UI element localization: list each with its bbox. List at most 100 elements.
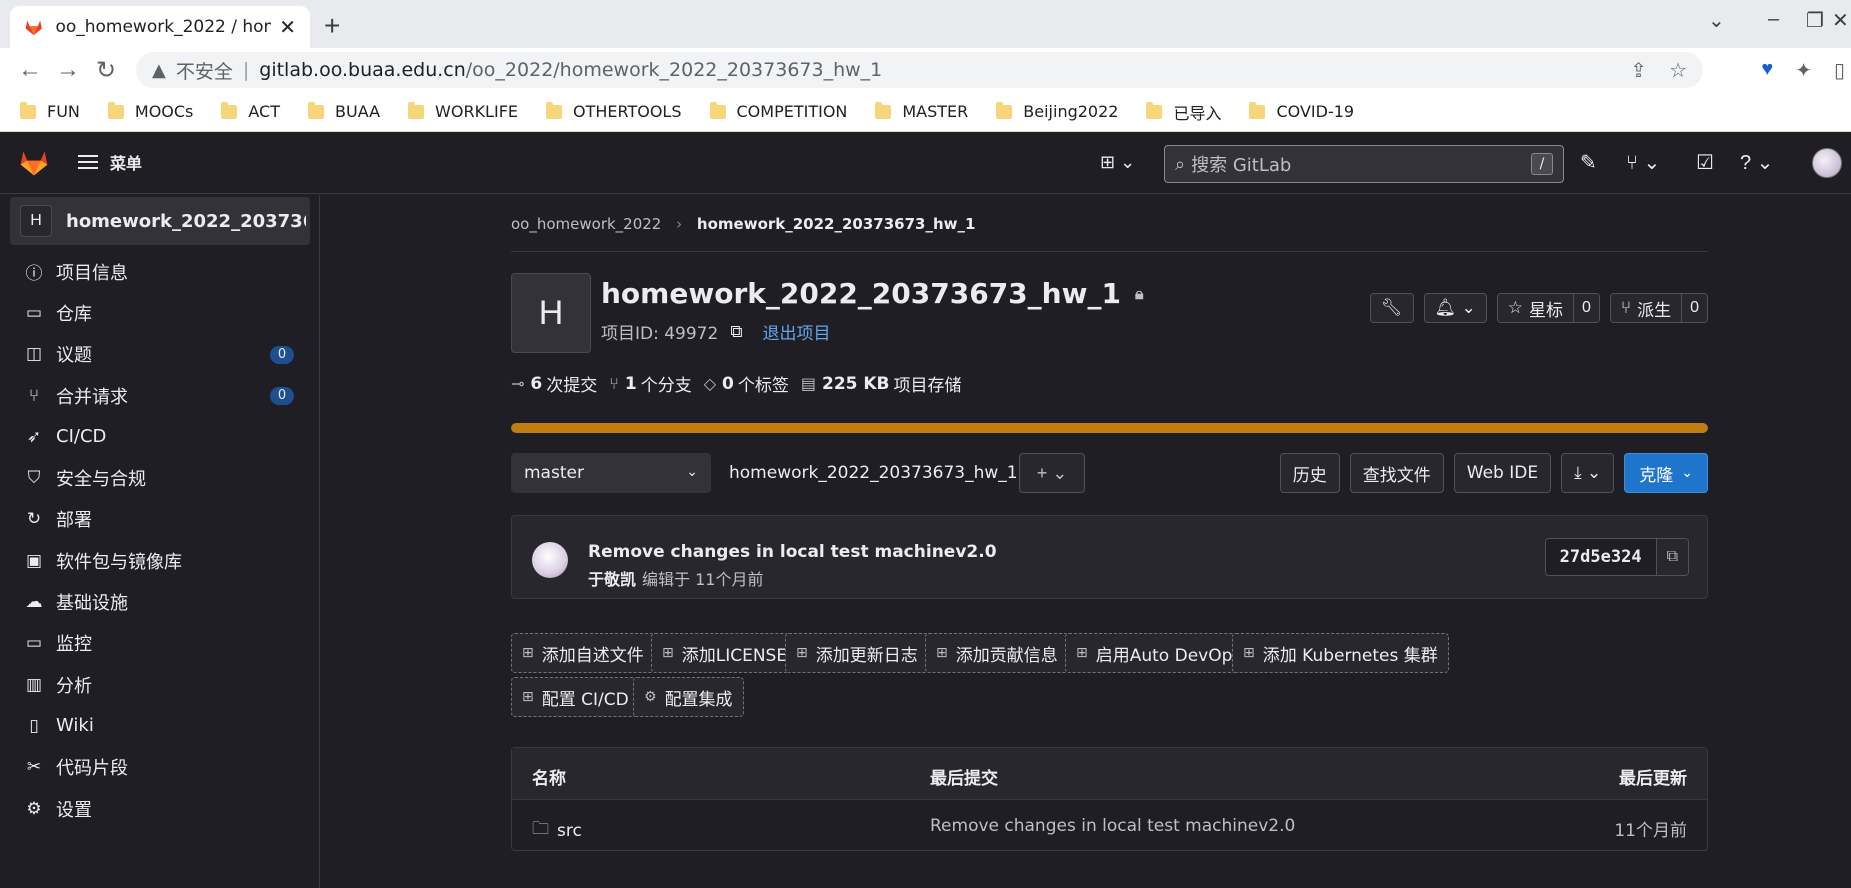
quick-action-button[interactable]: ⊞ 启用Auto DevOps (1065, 633, 1253, 673)
quick-action-button[interactable]: ⊞ 添加贡献信息 (925, 633, 1069, 673)
gitlab-top-nav: 菜单 ⊞ ⌄ ⌕ 搜索 GitLab / ✎ ⑂ ⌄ ☑ ? ⌄ (0, 132, 1851, 194)
reload-icon[interactable]: ↻ (96, 56, 116, 85)
sidebar-item-6[interactable]: ⛉ 安全与合规 (0, 457, 320, 498)
folder-icon (709, 101, 726, 119)
bookmark-folder[interactable]: 已导入 (1146, 100, 1221, 124)
fork-label: 派生 (1637, 300, 1672, 321)
merge-requests-nav-icon[interactable]: ⑂ ⌄ (1626, 150, 1660, 175)
bookmark-folder[interactable]: MASTER (875, 101, 968, 121)
help-nav-icon[interactable]: ? ⌄ (1740, 150, 1773, 175)
bookmark-folder[interactable]: MOOCs (107, 101, 193, 121)
quick-action-button[interactable]: ⊞ 添加更新日志 (785, 633, 929, 673)
back-icon[interactable]: ← (18, 56, 42, 84)
warning-icon[interactable]: ▲ (152, 60, 166, 81)
quick-action-label: 配置集成 (664, 689, 733, 710)
sidebar-item-12[interactable]: ▯ Wiki (0, 705, 320, 746)
sidebar-item-10[interactable]: ▭ 监控 (0, 623, 320, 664)
language-bar[interactable] (511, 423, 1708, 433)
sidebar-item-5[interactable]: ➶ CI/CD (0, 416, 320, 457)
bookmark-folder[interactable]: ACT (221, 101, 280, 121)
extensions-puzzle-icon[interactable]: ✦ (1795, 58, 1812, 83)
find-file-button[interactable]: 查找文件 (1349, 453, 1444, 493)
bookmark-folder[interactable]: Beijing2022 (996, 101, 1118, 121)
folder-icon (1146, 101, 1163, 119)
fork-count[interactable]: 0 (1681, 294, 1707, 322)
history-button[interactable]: 历史 (1279, 453, 1340, 493)
sidebar-item-4[interactable]: ⑂ 合并请求 0 (0, 375, 320, 416)
repo-path-root[interactable]: homework_2022_20373673_hw_1 (729, 463, 1018, 483)
chart-icon: ▥ (25, 674, 43, 695)
commit-title[interactable]: Remove changes in local test machinev2.0 (588, 542, 997, 562)
sidebar-item-2[interactable]: ▭ 仓库 (0, 292, 320, 333)
sidebar-item-3[interactable]: ◫ 议题 0 (0, 334, 320, 375)
gitlab-logo-icon[interactable] (18, 146, 50, 178)
sidebar-item-8[interactable]: ▣ 软件包与镜像库 (0, 540, 320, 581)
sidebar-item-9[interactable]: ☁ 基础设施 (0, 581, 320, 622)
branches-stat[interactable]: ⑂ 1 个分支 (609, 371, 691, 397)
issues-nav-icon[interactable]: ✎ (1580, 150, 1597, 175)
bookmark-folder[interactable]: COMPETITION (709, 101, 847, 121)
quick-action-button[interactable]: ⚙ 配置集成 (633, 677, 744, 717)
user-avatar[interactable] (1812, 148, 1842, 178)
file-last-commit[interactable]: Remove changes in local test machinev2.0 (930, 816, 1295, 836)
commits-stat[interactable]: ⊸ 6 次提交 (511, 371, 597, 397)
close-tab-icon[interactable]: ✕ (279, 15, 296, 40)
quick-action-button[interactable]: ⊞ 添加 Kubernetes 集群 (1232, 633, 1449, 673)
menu-button[interactable]: 菜单 (78, 150, 142, 174)
quick-action-button[interactable]: ⊞ 配置 CI/CD (511, 677, 640, 717)
quick-action-button[interactable]: ⊞ 添加LICENSE (651, 633, 799, 673)
star-count[interactable]: 0 (1572, 294, 1599, 322)
commit-author[interactable]: 于敬凯 (588, 570, 636, 589)
search-input[interactable]: ⌕ 搜索 GitLab / (1164, 145, 1564, 183)
side-panel-icon[interactable]: ▯ (1834, 58, 1845, 83)
quick-action-button[interactable]: ⊞ 添加自述文件 (511, 633, 655, 673)
bookmark-folder[interactable]: OTHERTOOLS (546, 101, 682, 121)
forward-icon[interactable]: → (56, 56, 80, 84)
leave-project-link[interactable]: 退出项目 (762, 319, 830, 344)
notification-button[interactable]: 🔔︎ ⌄ (1423, 293, 1487, 323)
bookmark-folder[interactable]: WORKLIFE (408, 101, 518, 121)
sidebar-menu: ⓘ 项目信息 ▭ 仓库 ◫ 议题 0 ⑂ 合并请求 0 ➶ CI/CD ⛉ 安全与合规 ↻ 部署 ▣ 软件包与镜像… (0, 251, 320, 829)
sidebar-item-1[interactable]: ⓘ 项目信息 (0, 251, 320, 292)
table-row[interactable]: 🗀 src Remove changes in local test machine… (512, 800, 1707, 850)
todo-nav-icon[interactable]: ☑ (1696, 150, 1714, 175)
extension-heart-icon[interactable]: ♥ (1761, 58, 1773, 83)
address-bar[interactable]: ▲ 不安全 | gitlab.oo.buaa.edu.cn /oo_2022/h… (136, 52, 1703, 88)
browser-tab[interactable]: oo_homework_2022 / homework_2022_2037367… (10, 6, 310, 48)
download-button[interactable]: ⤓ ⌄ (1561, 453, 1615, 493)
breadcrumb-group[interactable]: oo_homework_2022 (511, 215, 661, 233)
file-name-cell[interactable]: 🗀 src (532, 816, 582, 845)
new-tab-icon[interactable]: + (324, 10, 340, 42)
restore-window-icon[interactable]: ❐ (1806, 8, 1824, 33)
tab-search-chevron-icon[interactable]: ⌄ (1708, 8, 1725, 33)
sidebar-item-11[interactable]: ▥ 分析 (0, 664, 320, 705)
bookmark-folder[interactable]: BUAA (308, 101, 380, 121)
share-icon[interactable]: ⇪ (1630, 58, 1647, 82)
sidebar-item-14[interactable]: ⚙ 设置 (0, 788, 320, 829)
tags-stat[interactable]: ◇ 0 个标签 (704, 371, 789, 397)
plus-square-icon: ⊞ (522, 645, 534, 661)
commit-author-avatar[interactable] (532, 542, 568, 578)
web-ide-button[interactable]: Web IDE (1453, 453, 1552, 493)
copy-id-icon[interactable]: ⧉ (730, 322, 742, 342)
add-file-dropdown[interactable]: + ⌄ (1019, 453, 1085, 493)
close-window-icon[interactable]: ✕ (1832, 8, 1849, 33)
sidebar-project-context[interactable]: H homework_2022_20373673_hw_1 (10, 197, 310, 245)
bookmark-folder[interactable]: COVID-19 (1249, 101, 1354, 121)
create-new-icon[interactable]: ⊞ ⌄ (1100, 152, 1135, 173)
settings-wrench-button[interactable]: 🔧︎ (1369, 293, 1414, 323)
breadcrumb-project[interactable]: homework_2022_20373673_hw_1 (697, 215, 976, 233)
copy-sha-icon[interactable]: ⧉ (1655, 539, 1688, 575)
clone-button[interactable]: 克隆 ⌄ (1624, 453, 1708, 493)
star-button[interactable]: ☆ 星标 0 (1496, 293, 1600, 323)
fork-button[interactable]: ⑂ 派生 0 (1609, 293, 1708, 323)
sidebar-item-7[interactable]: ↻ 部署 (0, 499, 320, 540)
commit-sha[interactable]: 27d5e324 (1545, 539, 1656, 575)
bookmark-folder[interactable]: FUN (20, 101, 80, 121)
storage-stat[interactable]: ▤ 225 KB 项目存储 (801, 371, 962, 397)
minimize-icon[interactable]: – (1768, 8, 1779, 31)
branch-selector[interactable]: master ⌄ (511, 453, 711, 493)
bookmark-star-icon[interactable]: ☆ (1669, 58, 1687, 82)
repo-toolbar: master ⌄ homework_2022_20373673_hw_1/ + … (511, 453, 1708, 493)
sidebar-item-13[interactable]: ✂ 代码片段 (0, 747, 320, 788)
